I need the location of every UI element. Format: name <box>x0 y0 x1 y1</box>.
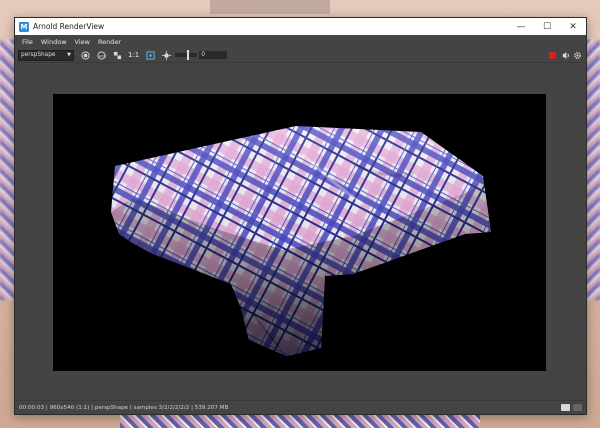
exposure-icon <box>161 50 171 60</box>
menu-render[interactable]: Render <box>94 38 125 46</box>
panel-toggle-icon[interactable] <box>573 404 582 411</box>
exposure-field[interactable]: 0 <box>199 51 228 59</box>
menu-bar: File Window View Render <box>15 35 586 48</box>
render-update-icon[interactable] <box>560 50 570 60</box>
svg-text:AOV: AOV <box>98 54 105 58</box>
render-view-window: M Arnold RenderView — ☐ ✕ File Window Vi… <box>14 17 587 415</box>
maya-logo-icon: M <box>19 21 29 32</box>
minimize-button[interactable]: — <box>508 18 534 35</box>
render-viewport[interactable] <box>15 63 586 400</box>
crop-region-icon[interactable] <box>145 50 155 60</box>
camera-select[interactable]: perspShape ▼ <box>18 49 74 61</box>
chevron-down-icon: ▼ <box>67 52 71 58</box>
render-image[interactable] <box>53 94 546 371</box>
maximize-button[interactable]: ☐ <box>534 18 560 35</box>
exposure-slider[interactable] <box>175 50 198 60</box>
menu-file[interactable]: File <box>18 38 37 46</box>
aov-icon[interactable]: AOV <box>96 50 106 60</box>
color-picker-icon[interactable] <box>112 50 122 60</box>
menu-window[interactable]: Window <box>37 38 71 46</box>
window-title: Arnold RenderView <box>33 22 105 31</box>
status-bar: 00:00:03 | 960x540 (1:1) | perspShape | … <box>15 400 586 414</box>
ratio-label[interactable]: 1:1 <box>128 51 139 59</box>
toolbar: perspShape ▼ AOV 1:1 0 <box>15 48 586 63</box>
display-settings-icon[interactable] <box>80 50 90 60</box>
menu-view[interactable]: View <box>71 38 94 46</box>
snapshot-icon[interactable] <box>561 404 570 411</box>
camera-select-value: perspShape <box>21 52 56 58</box>
slider-handle[interactable] <box>187 50 190 60</box>
close-button[interactable]: ✕ <box>560 18 586 35</box>
stop-render-button[interactable] <box>549 51 556 59</box>
settings-gear-icon[interactable] <box>572 50 582 60</box>
status-text: 00:00:03 | 960x540 (1:1) | perspShape | … <box>19 404 229 411</box>
tablecloth-render <box>111 126 491 356</box>
background-shape <box>210 0 330 14</box>
title-bar[interactable]: M Arnold RenderView — ☐ ✕ <box>15 18 586 35</box>
